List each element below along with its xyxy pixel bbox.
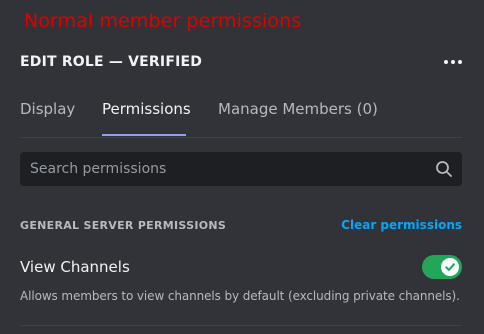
edit-role-header: EDIT ROLE — VERIFIED [20, 52, 462, 72]
permission-label: View Channels [20, 258, 130, 276]
toggle-knob [441, 258, 459, 276]
permission-description: Allows members to view channels by defau… [20, 289, 460, 303]
page-title: EDIT ROLE — VERIFIED [20, 54, 203, 70]
clear-permissions-link[interactable]: Clear permissions [341, 218, 462, 232]
search-icon [434, 159, 454, 179]
checkmark-icon [445, 263, 455, 271]
tab-manage-members[interactable]: Manage Members (0) [218, 100, 378, 136]
annotation-caption: Normal member permissions [24, 10, 302, 32]
more-horizontal-icon[interactable] [444, 52, 462, 72]
view-channels-toggle[interactable] [422, 255, 462, 279]
tab-permissions[interactable]: Permissions [102, 100, 191, 136]
tab-bar: Display Permissions Manage Members (0) [20, 100, 462, 138]
divider [20, 325, 462, 326]
section-title: GENERAL SERVER PERMISSIONS [20, 218, 227, 232]
tab-display[interactable]: Display [20, 100, 75, 136]
permission-row-view-channels: View Channels [20, 254, 462, 280]
search-box [20, 152, 462, 186]
section-header: GENERAL SERVER PERMISSIONS Clear permiss… [20, 218, 462, 232]
search-input[interactable] [20, 152, 434, 186]
